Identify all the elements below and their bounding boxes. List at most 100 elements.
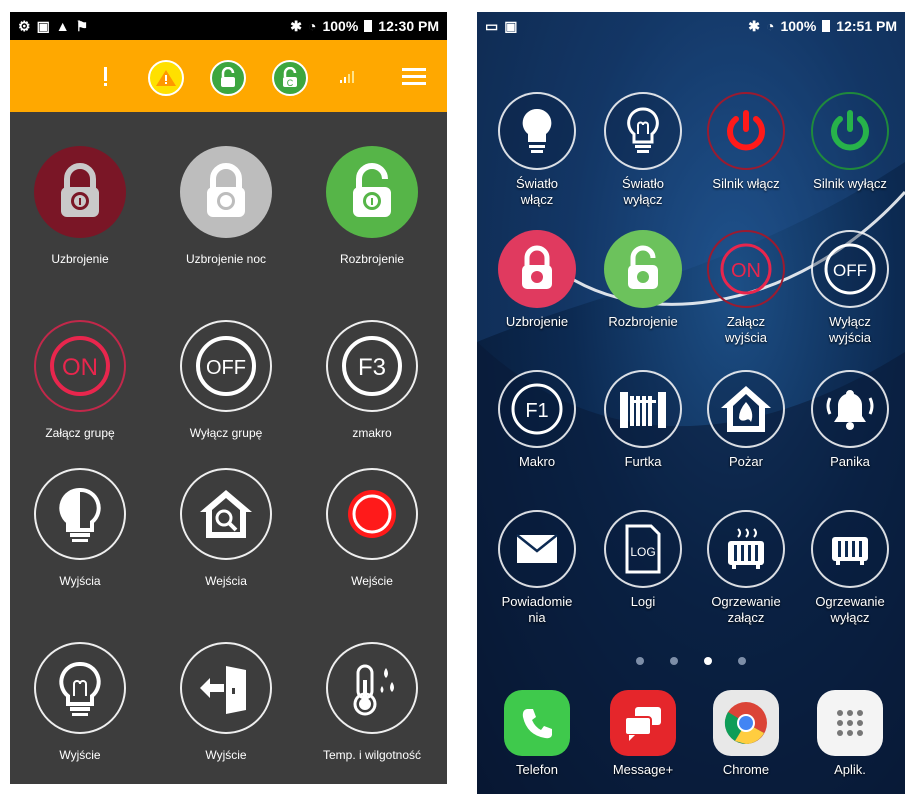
heater-icon [811,510,889,588]
bulb-icon [34,642,126,734]
shortcut-silnik-wlacz[interactable]: Silnik włącz [691,92,801,192]
shortcut-furtka[interactable]: Furtka [588,370,698,470]
house-search-icon [180,468,272,560]
warning-icon[interactable] [148,60,184,96]
tile-wylacz-grupe[interactable]: OFF Wyłącz grupę [156,320,296,440]
tile-uzbrojenie[interactable]: Uzbrojenie [10,146,150,266]
shortcut-label: Furtka [624,454,662,469]
tile-wejscia[interactable]: Wejścia [156,468,296,588]
svg-text:OFF: OFF [206,357,246,379]
unlock-icon [326,146,418,238]
right-phone-screen: ▭ ▣ ✱ ◔ 100% 12:51 PM Światło włącz Świa… [477,12,905,794]
tile-label: Wyjścia [59,574,101,588]
shortcut-swiatlo-wlacz[interactable]: Światło włącz [482,92,592,208]
tile-rozbrojenie[interactable]: Rozbrojenie [302,146,442,266]
page-dot[interactable] [636,657,644,665]
tile-uzbrojenie-noc[interactable]: Uzbrojenie noc [156,146,296,266]
svg-text:F1: F1 [525,400,548,422]
svg-text:OFF: OFF [833,261,867,280]
power-icon [811,92,889,170]
shortcut-powiadomienia[interactable]: Powiadomie nia [482,510,592,626]
shortcut-panika[interactable]: Panika [795,370,905,470]
exclamation-icon[interactable] [90,60,122,92]
tile-label: Wejścia [205,574,247,588]
dock-label: Aplik. [834,762,866,777]
app-toolbar: C [10,40,447,112]
dock-label: Message+ [612,762,674,777]
off-icon: OFF [811,230,889,308]
tile-label: Rozbrojenie [339,252,405,266]
battery-text: 100% [322,18,359,34]
system-icons: ✱ ◔ 100% 12:30 PM [290,18,439,35]
tile-wyjscie-bulb[interactable]: Wyjście [10,642,150,762]
log-icon: LOG [604,510,682,588]
lock-icon [180,146,272,238]
shortcut-logi[interactable]: LOG Logi [588,510,698,610]
status-bar: ▭ ▣ ✱ ◔ 100% 12:51 PM [477,12,905,40]
shortcut-rozbrojenie[interactable]: Rozbrojenie [588,230,698,330]
shortcut-pozar[interactable]: Pożar [691,370,801,470]
tile-label: Załącz grupę [45,426,115,440]
menu-icon[interactable] [398,60,430,92]
shortcut-label: Panika [830,454,870,469]
message-icon [610,690,676,756]
on-icon: ON [707,230,785,308]
shortcut-silnik-wylacz[interactable]: Silnik wyłącz [795,92,905,192]
shortcut-swiatlo-wylacz[interactable]: Światło wyłącz [588,92,698,208]
f1-icon: F1 [498,370,576,448]
shortcut-ogrzewanie-wylacz[interactable]: Ogrzewanie wyłącz [795,510,905,626]
shortcut-ogrzewanie-zalacz[interactable]: Ogrzewanie załącz [691,510,801,626]
shortcut-label: Pożar [729,454,763,469]
page-dot-active[interactable] [704,657,712,665]
shortcut-label: Ogrzewanie wyłącz [815,594,885,625]
shortcut-label: Logi [630,594,656,609]
system-icons: ✱ ◔ 100% 12:51 PM [748,18,897,35]
shortcut-wylacz-wyjscia[interactable]: OFF Wyłącz wyjścia [795,230,905,346]
tile-wyjscia[interactable]: Wyjścia [10,468,150,588]
bulb-outline-icon [604,92,682,170]
dock-message-plus[interactable]: Message+ [588,690,698,778]
tile-label: Wyjście [205,748,247,762]
dock-telefon[interactable]: Telefon [482,690,592,778]
clock: 12:51 PM [836,18,897,34]
shortcut-zalacz-wyjscia[interactable]: ON Załącz wyjścia [691,230,801,346]
shortcut-label: Światło włącz [516,176,558,207]
power-icon [707,92,785,170]
shortcut-uzbrojenie[interactable]: Uzbrojenie [482,230,592,330]
wifi-icon: ◔ [766,18,775,34]
f3-icon: F3 [326,320,418,412]
dock-label: Chrome [722,762,770,777]
tile-wejscie[interactable]: Wejście [302,468,442,588]
bell-icon [811,370,889,448]
notification-icons: ▭ ▣ [485,18,517,35]
left-phone-screen: ⚙ ▣ ▲ ⚑ ✱ ◔ 100% 12:30 PM C Uzbrojenie U… [10,12,447,784]
page-dot[interactable] [738,657,746,665]
shortcut-label: Światło wyłącz [622,176,664,207]
svg-text:LOG: LOG [630,545,655,559]
flag-icon: ⚑ [75,17,89,34]
tile-wyjscie-door[interactable]: Wyjście [156,642,296,762]
apps-grid-icon [817,690,883,756]
battery-icon [364,20,373,32]
envelope-icon [498,510,576,588]
tile-label: Uzbrojenie [51,252,109,266]
status-bar: ⚙ ▣ ▲ ⚑ ✱ ◔ 100% 12:30 PM [10,12,447,40]
page-indicator[interactable] [477,657,905,665]
unlock-icon[interactable] [210,60,246,96]
lock-icon [34,146,126,238]
page-dot[interactable] [670,657,678,665]
tile-label: zmakro [352,426,392,440]
tile-zalacz-grupe[interactable]: ON Załącz grupę [10,320,150,440]
tile-label: Wyłącz grupę [189,426,263,440]
dock-aplik[interactable]: Aplik. [795,690,905,778]
dock-chrome[interactable]: Chrome [691,690,801,778]
bluetooth-icon: ✱ [290,17,303,34]
unlock-alt-icon[interactable]: C [272,60,308,96]
phone-icon [504,690,570,756]
thermometer-icon [326,642,418,734]
tile-temp-wilgotnosc[interactable]: Temp. i wilgotność [302,642,442,762]
shortcut-makro[interactable]: F1 Makro [482,370,592,470]
shortcut-label: Makro [518,454,556,469]
tile-zmakro[interactable]: F3 zmakro [302,320,442,440]
record-icon [326,468,418,560]
